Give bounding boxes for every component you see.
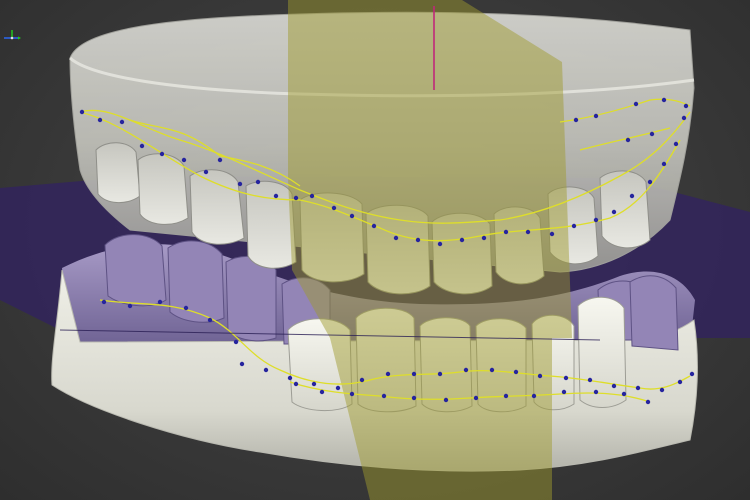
margin-point[interactable] [513,369,519,375]
margin-point[interactable] [571,223,577,229]
margin-point[interactable] [645,399,651,405]
margin-point[interactable] [239,361,245,367]
margin-point[interactable] [97,117,103,123]
margin-point[interactable] [159,151,165,157]
margin-point[interactable] [411,371,417,377]
margin-point[interactable] [311,381,317,387]
margin-point[interactable] [207,317,213,323]
margin-point[interactable] [503,393,509,399]
margin-point[interactable] [371,223,377,229]
margin-point[interactable] [139,143,145,149]
margin-point[interactable] [629,193,635,199]
margin-point[interactable] [119,119,125,125]
margin-point[interactable] [181,157,187,163]
margin-point[interactable] [183,305,189,311]
margin-point[interactable] [293,195,299,201]
dental-scene[interactable] [0,0,750,500]
margin-point[interactable] [677,379,683,385]
margin-point[interactable] [593,217,599,223]
margin-point[interactable] [331,205,337,211]
margin-point[interactable] [203,169,209,175]
margin-point[interactable] [681,115,687,121]
margin-point[interactable] [255,179,261,185]
margin-point[interactable] [359,377,365,383]
margin-point[interactable] [127,303,133,309]
margin-point[interactable] [673,141,679,147]
margin-point[interactable] [415,237,421,243]
margin-point[interactable] [573,117,579,123]
margin-point[interactable] [101,299,107,305]
margin-point[interactable] [587,377,593,383]
margin-point[interactable] [463,367,469,373]
margin-point[interactable] [611,209,617,215]
margin-point[interactable] [157,299,163,305]
margin-point[interactable] [309,193,315,199]
margin-point[interactable] [661,97,667,103]
margin-point[interactable] [459,237,465,243]
margin-point[interactable] [593,389,599,395]
margin-point[interactable] [647,179,653,185]
margin-point[interactable] [263,367,269,373]
margin-point[interactable] [393,235,399,241]
margin-point[interactable] [273,193,279,199]
margin-point[interactable] [683,103,689,109]
margin-point[interactable] [503,229,509,235]
margin-point[interactable] [549,231,555,237]
margin-point[interactable] [233,339,239,345]
margin-point[interactable] [537,373,543,379]
axis-gizmo-icon [4,30,21,40]
viewport-label [0,0,1,1]
margin-point[interactable] [437,241,443,247]
margin-point[interactable] [625,137,631,143]
margin-point[interactable] [621,391,627,397]
margin-point[interactable] [411,395,417,401]
margin-point[interactable] [689,371,695,377]
margin-point[interactable] [237,181,243,187]
margin-point[interactable] [319,389,325,395]
margin-point[interactable] [443,397,449,403]
margin-point[interactable] [489,367,495,373]
3d-viewport[interactable] [0,0,750,500]
margin-point[interactable] [349,391,355,397]
margin-point[interactable] [633,101,639,107]
margin-point[interactable] [473,395,479,401]
margin-point[interactable] [563,375,569,381]
margin-point[interactable] [335,385,341,391]
margin-point[interactable] [525,229,531,235]
margin-point[interactable] [481,235,487,241]
margin-point[interactable] [659,387,665,393]
margin-point[interactable] [649,131,655,137]
margin-point[interactable] [217,157,223,163]
margin-point[interactable] [79,109,85,115]
margin-point[interactable] [381,393,387,399]
margin-point[interactable] [593,113,599,119]
margin-point[interactable] [531,393,537,399]
margin-point[interactable] [437,371,443,377]
margin-point[interactable] [561,389,567,395]
margin-point[interactable] [349,213,355,219]
margin-point[interactable] [635,385,641,391]
margin-point[interactable] [293,381,299,387]
margin-point[interactable] [611,383,617,389]
margin-point[interactable] [287,375,293,381]
margin-point[interactable] [385,371,391,377]
margin-point[interactable] [661,161,667,167]
